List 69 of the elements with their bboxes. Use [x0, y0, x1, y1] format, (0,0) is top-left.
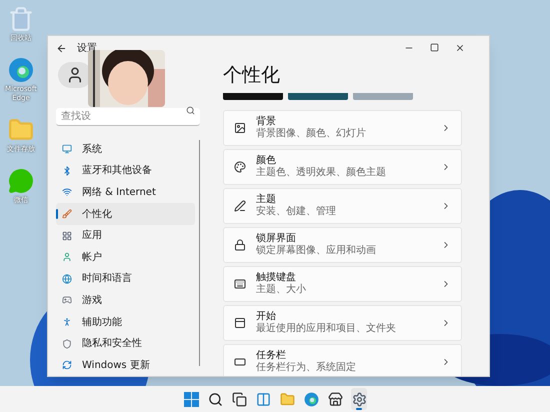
- card-title: 主题: [256, 194, 277, 206]
- settings-icon[interactable]: [352, 392, 366, 406]
- nav-item[interactable]: 网络 & Internet: [56, 182, 195, 204]
- card-title: 锁屏界面: [256, 233, 297, 244]
- card-subtitle: 任务栏行为、系统固定: [256, 362, 356, 374]
- nav-icon: [62, 230, 72, 241]
- nav-item[interactable]: 蓝牙和其他设备: [56, 160, 195, 182]
- theme-thumbnail[interactable]: [288, 93, 348, 100]
- nav-item[interactable]: Windows 更新: [56, 354, 195, 376]
- settings-card[interactable]: 任务栏 任务栏行为、系统固定: [223, 344, 462, 376]
- nav-icon: [62, 166, 72, 176]
- nav-icon: [62, 144, 72, 154]
- browser-icon[interactable]: [304, 392, 318, 406]
- card-subtitle: 主题、大小: [256, 284, 306, 296]
- settings-card[interactable]: 锁屏界面 锁定屏幕图像、应用和动画: [223, 227, 462, 263]
- close-icon[interactable]: [455, 43, 465, 53]
- settings-card[interactable]: 背景 背景图像、颜色、幻灯片: [223, 110, 462, 146]
- theme-thumbnail[interactable]: [223, 93, 283, 100]
- settings-card[interactable]: 触摸键盘 主题、大小: [223, 266, 462, 302]
- card-icon: [234, 356, 246, 368]
- nav-item[interactable]: 辅助功能: [56, 311, 195, 333]
- nav-item[interactable]: 游戏: [56, 290, 195, 312]
- card-title: 背景: [256, 116, 277, 128]
- nav-item[interactable]: 应用: [56, 224, 195, 246]
- settings-card[interactable]: 主题 安装、创建、管理: [223, 188, 462, 224]
- card-title: 开始: [256, 311, 277, 322]
- search-icon[interactable]: [208, 392, 222, 406]
- maximize-icon[interactable]: [430, 43, 439, 52]
- settings-card[interactable]: 颜色 主题色、透明效果、颜色主题: [223, 149, 462, 185]
- store-icon[interactable]: [328, 392, 342, 406]
- search-icon: [186, 106, 195, 116]
- nav-icon: [62, 252, 72, 262]
- card-icon: [234, 122, 246, 134]
- card-subtitle: 背景图像、颜色、幻灯片: [256, 128, 366, 140]
- nav-item[interactable]: 个性化: [56, 203, 195, 225]
- card-icon: [234, 239, 246, 251]
- card-icon: [234, 161, 246, 173]
- taskbar-button[interactable]: [351, 388, 367, 410]
- card-icon: [234, 200, 246, 212]
- page-title: 个性化: [223, 63, 281, 88]
- nav-item[interactable]: 系统: [56, 138, 195, 160]
- card-title: 触摸键盘: [256, 272, 297, 284]
- nav-item[interactable]: 隐私和安全性: [56, 332, 195, 354]
- nav-icon: [62, 209, 72, 220]
- start-icon[interactable]: [184, 392, 198, 406]
- card-title: 任务栏: [256, 350, 287, 362]
- back-icon[interactable]: [56, 42, 67, 54]
- nav-icon: [62, 274, 72, 284]
- search-field[interactable]: 查找设: [56, 108, 200, 126]
- card-subtitle: 最近使用的应用和项目、文件夹: [256, 323, 396, 335]
- settings-card[interactable]: 开始 最近使用的应用和项目、文件夹: [223, 305, 462, 341]
- folder-icon[interactable]: [280, 392, 294, 406]
- theme-thumbnail[interactable]: [353, 93, 413, 100]
- card-title: 颜色: [256, 155, 277, 166]
- card-subtitle: 主题色、透明效果、颜色主题: [256, 167, 386, 179]
- card-subtitle: 安装、创建、管理: [256, 206, 336, 218]
- nav-icon: [62, 360, 72, 370]
- widgets-icon[interactable]: [256, 392, 270, 406]
- task-view-icon[interactable]: [232, 392, 246, 406]
- nav-icon: [62, 317, 72, 328]
- nav-item[interactable]: 帐户: [56, 246, 195, 268]
- user-icon: [66, 66, 84, 84]
- browser-icon[interactable]: [8, 57, 34, 83]
- card-icon: [234, 317, 246, 329]
- nav-icon: [62, 338, 72, 349]
- nav-item[interactable]: 时间和语言: [56, 268, 195, 290]
- card-subtitle: 锁定屏幕图像、应用和动画: [256, 245, 376, 257]
- card-icon: [234, 278, 246, 290]
- nav-icon: [62, 295, 72, 306]
